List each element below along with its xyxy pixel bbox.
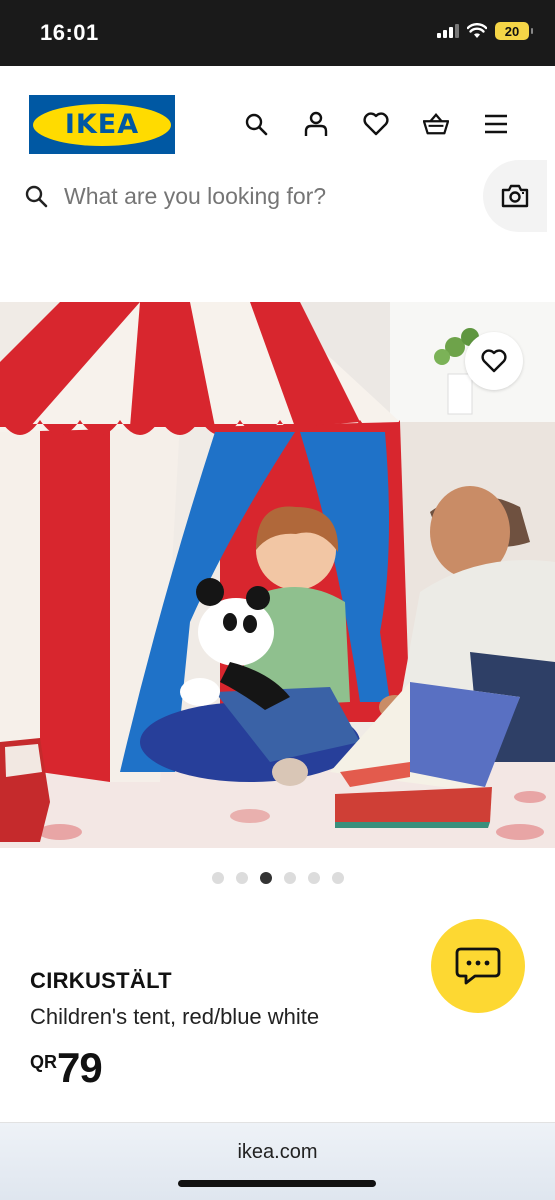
heart-icon[interactable] bbox=[363, 110, 389, 138]
status-icons: 20 bbox=[437, 22, 533, 40]
account-icon[interactable] bbox=[303, 110, 329, 138]
ikea-logo[interactable]: IKEA bbox=[29, 95, 175, 154]
carousel-dot[interactable] bbox=[211, 872, 224, 884]
product-photo bbox=[0, 302, 555, 848]
search-bar bbox=[0, 160, 555, 232]
product-image[interactable] bbox=[0, 302, 555, 848]
carousel-dot[interactable] bbox=[235, 872, 248, 884]
visual-search-button[interactable] bbox=[483, 160, 547, 232]
carousel-dot[interactable] bbox=[307, 872, 320, 884]
status-bar: 16:01 20 bbox=[0, 0, 555, 66]
home-indicator[interactable] bbox=[178, 1180, 376, 1187]
favourite-button[interactable] bbox=[465, 332, 523, 390]
carousel-dot[interactable] bbox=[331, 872, 344, 884]
status-time: 16:01 bbox=[40, 20, 99, 45]
browser-address-bar: ikea.com bbox=[0, 1122, 555, 1200]
header-nav bbox=[243, 110, 509, 138]
product-name: CIRKUSTÄLT bbox=[30, 968, 172, 993]
heart-outline-icon bbox=[481, 349, 507, 373]
signal-icon bbox=[437, 24, 459, 38]
product-description: Children's tent, red/blue white bbox=[30, 1004, 320, 1029]
menu-icon[interactable] bbox=[483, 110, 509, 138]
camera-icon bbox=[501, 184, 529, 208]
price-currency: QR bbox=[30, 1052, 57, 1072]
search-icon[interactable] bbox=[243, 110, 269, 138]
carousel-dot[interactable] bbox=[283, 872, 296, 884]
search-field-icon bbox=[25, 185, 48, 208]
carousel-dots bbox=[0, 872, 555, 884]
search-input[interactable] bbox=[64, 178, 464, 214]
price-value: 79 bbox=[57, 1044, 103, 1091]
battery-icon: 20 bbox=[495, 22, 533, 40]
chat-button[interactable] bbox=[431, 919, 525, 1013]
logo-text: IKEA bbox=[64, 109, 140, 140]
carousel-dot-active[interactable] bbox=[259, 872, 272, 884]
product-price: QR 79 bbox=[30, 1044, 103, 1091]
logo-oval: IKEA bbox=[33, 103, 171, 146]
chat-icon bbox=[455, 947, 501, 985]
basket-icon[interactable] bbox=[423, 110, 449, 138]
url-text[interactable]: ikea.com bbox=[0, 1141, 555, 1164]
wifi-icon bbox=[467, 23, 487, 38]
